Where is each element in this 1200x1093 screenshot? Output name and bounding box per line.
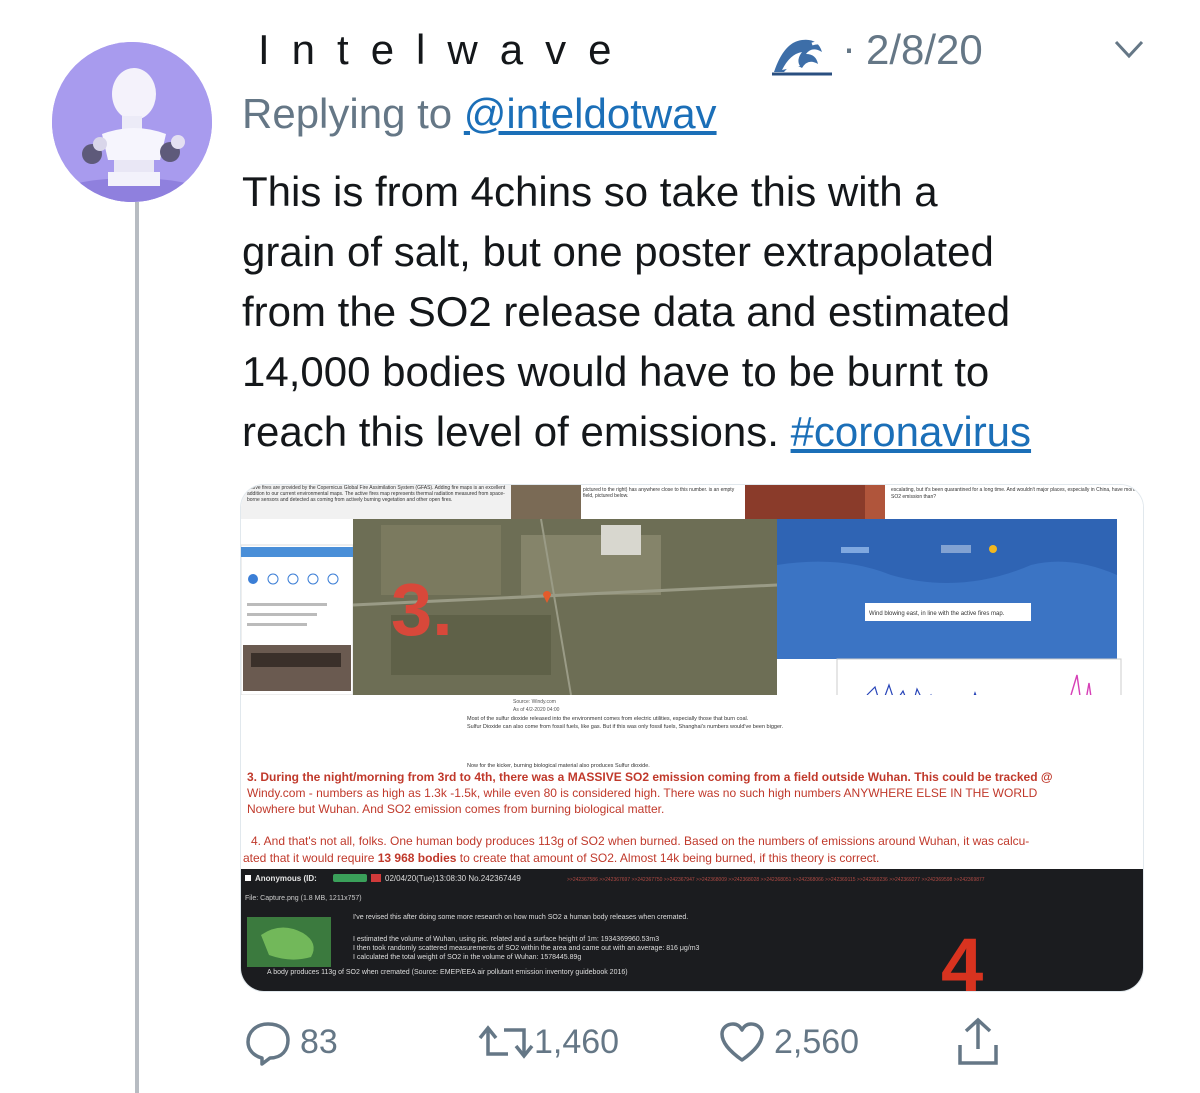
like-count: 2,560: [774, 1022, 860, 1061]
point3-line1: 3. During the night/morning from 3rd to …: [247, 770, 1053, 784]
point4-line1: 4. And that's not all, folks. One human …: [251, 834, 1029, 848]
source-label: Source: Windy.com: [513, 699, 556, 705]
post-line-4: I calculated the total weight of SO2 in …: [353, 954, 581, 961]
like-icon: [720, 1022, 764, 1062]
thread-line: [135, 202, 139, 1093]
point4-line2: ated that it would require 13 968 bodies…: [243, 851, 879, 865]
field-note: pictured to the right) has anywhere clos…: [583, 487, 735, 499]
retweet-button[interactable]: 1,460: [478, 1012, 619, 1072]
chevron-down-icon[interactable]: [1112, 34, 1146, 64]
big-number-4: 4: [941, 923, 983, 991]
sulfur-note-2: Sulfur Dioxide can also come from fossil…: [467, 724, 784, 730]
reply-count: 83: [300, 1022, 338, 1061]
reply-prefix: Replying to: [242, 90, 453, 137]
wind-note: Wind blowing east, in line with the acti…: [869, 611, 1005, 617]
reply-button[interactable]: 83: [244, 1012, 338, 1072]
retweet-count: 1,460: [534, 1022, 620, 1061]
sulfur-note-1: Most of the sulfur dioxide released into…: [467, 716, 749, 722]
share-button[interactable]: [954, 1012, 1002, 1072]
fires-note: Active fires are provided by the Coperni…: [247, 485, 506, 503]
post-refs: >>242367586 >>242367697 >>242367750 >>24…: [567, 877, 985, 883]
sulfur-note-3: Now for the kicker, burning biological m…: [467, 763, 650, 769]
replying-to: Replying to @inteldotwav: [242, 90, 717, 138]
post-file: File: Capture.png (1.8 MB, 1211x757): [245, 895, 362, 902]
wave-emoji-icon: [772, 39, 832, 76]
share-icon: [958, 1017, 998, 1065]
source-date: As of 4/2-2020 04:00: [513, 707, 560, 713]
tweet-actions: 83 1,460 2,560: [0, 1012, 1200, 1072]
post-line-5: A body produces 113g of SO2 when cremate…: [267, 969, 628, 976]
quarantine-note: escalating, but it's been quarantined fo…: [891, 487, 1136, 500]
post-line-1: I've revised this after doing some more …: [353, 914, 688, 921]
post-line-2: I estimated the volume of Wuhan, using p…: [353, 936, 659, 943]
like-button[interactable]: 2,560: [718, 1012, 859, 1072]
point3-line3: Nowhere but Wuhan. And SO2 emission come…: [247, 802, 664, 816]
tweet-date[interactable]: 2/8/20: [866, 26, 983, 74]
map-label-3: 3.: [391, 568, 453, 651]
display-name[interactable]: Intelwave: [258, 26, 633, 74]
retweet-icon: [478, 1025, 534, 1059]
point3-line2: Windy.com - numbers as high as 1.3k -1.5…: [247, 786, 1038, 800]
hashtag-link[interactable]: #coronavirus: [791, 408, 1031, 455]
reply-icon: [246, 1022, 290, 1066]
tweet-text: This is from 4chins so take this with a …: [242, 162, 1157, 462]
avatar-statue-image: [52, 42, 212, 202]
post-line-3: I then took randomly scattered measureme…: [353, 945, 700, 952]
reply-handle-link[interactable]: @inteldotwav: [464, 90, 717, 137]
post-meta: 02/04/20(Tue)13:08:30 No.242367449: [385, 874, 521, 883]
avatar[interactable]: [52, 42, 212, 202]
separator-dot: ·: [842, 24, 856, 71]
tweet-media-image[interactable]: Active fires are provided by the Coperni…: [240, 484, 1144, 992]
post-author: Anonymous (ID:: [255, 874, 317, 883]
